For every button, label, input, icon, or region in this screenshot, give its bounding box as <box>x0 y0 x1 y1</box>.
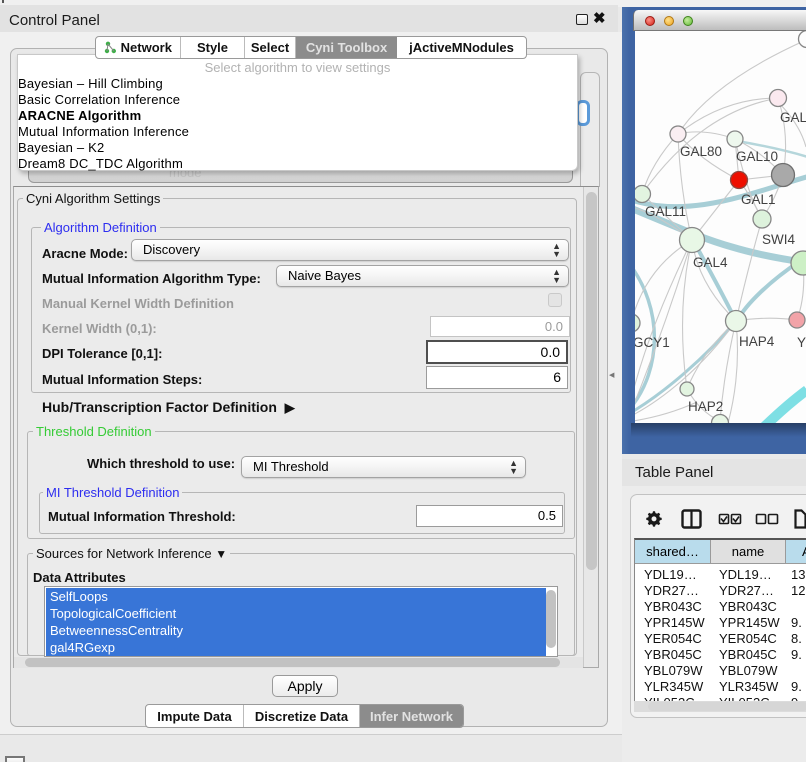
svg-text:HAP4: HAP4 <box>739 334 775 349</box>
svg-text:YEL: YEL <box>797 335 806 350</box>
svg-text:GAL1: GAL1 <box>741 192 776 207</box>
svg-text:GAL7: GAL7 <box>780 110 806 125</box>
svg-text:GAL4: GAL4 <box>693 255 728 270</box>
svg-text:GCY1: GCY1 <box>635 335 670 350</box>
svg-text:HAP2: HAP2 <box>688 399 723 414</box>
svg-text:GAL80: GAL80 <box>680 144 722 159</box>
svg-text:SWI4: SWI4 <box>762 232 795 247</box>
svg-text:GAL10: GAL10 <box>736 149 778 164</box>
svg-text:GAL11: GAL11 <box>645 204 686 219</box>
